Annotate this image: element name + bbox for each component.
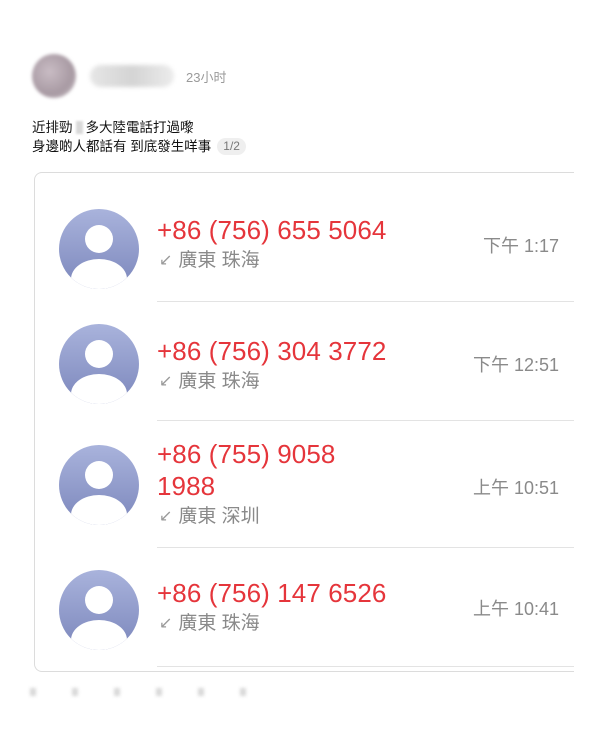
caller-location: ↙ 廣東 珠海: [159, 370, 260, 394]
post-line-2: 身邊啲人都話有 到底發生咩事 1/2: [32, 137, 246, 156]
incoming-arrow-icon: ↙: [159, 615, 173, 632]
post-line-1: 近排勁 多大陸電話打過嚟: [32, 118, 246, 137]
image-page-indicator[interactable]: 1/2: [217, 138, 246, 155]
person-silhouette-icon: [59, 324, 139, 404]
call-time: 下午 1:17: [482, 236, 559, 256]
location-text: 廣東 珠海: [178, 613, 260, 634]
call-log-image[interactable]: +86 (756) 655 5064 ↙ 廣東 珠海 下午 1:17 +86 (…: [34, 172, 574, 672]
row-divider: [157, 666, 574, 667]
incoming-arrow-icon: ↙: [159, 252, 173, 269]
post-actions-blurred: [30, 688, 270, 696]
call-row[interactable]: +86 (755) 9058 1988 ↙ 廣東 深圳 上午 10:51: [35, 421, 574, 548]
post-body: 近排勁 多大陸電話打過嚟 身邊啲人都話有 到底發生咩事 1/2: [32, 118, 246, 156]
post-text-part: 多大陸電話打過嚟: [85, 120, 194, 135]
person-silhouette-icon: [59, 445, 139, 525]
call-row[interactable]: +86 (756) 304 3772 ↙ 廣東 珠海 下午 12:51: [35, 302, 574, 421]
call-row[interactable]: +86 (756) 147 6526 ↙ 廣東 珠海 上午 10:41: [35, 548, 574, 671]
location-text: 廣東 深圳: [178, 506, 260, 527]
call-row[interactable]: +86 (756) 655 5064 ↙ 廣東 珠海 下午 1:17: [35, 173, 574, 302]
caller-number: +86 (756) 655 5064: [157, 215, 387, 245]
caller-location: ↙ 廣東 珠海: [159, 249, 260, 273]
incoming-arrow-icon: ↙: [159, 508, 173, 525]
caller-number: +86 (756) 147 6526: [157, 578, 387, 608]
post-text-part: 近排勁: [32, 120, 73, 135]
censored-text: [75, 121, 83, 134]
author-avatar[interactable]: [32, 54, 76, 98]
incoming-arrow-icon: ↙: [159, 373, 173, 390]
call-time: 上午 10:41: [472, 599, 559, 619]
caller-number: +86 (755) 9058: [157, 439, 336, 469]
person-silhouette-icon: [59, 570, 139, 650]
call-time: 下午 12:51: [472, 355, 559, 375]
caller-number: +86 (756) 304 3772: [157, 336, 387, 366]
author-name-blurred[interactable]: [90, 65, 174, 87]
location-text: 廣東 珠海: [178, 250, 260, 271]
location-text: 廣東 珠海: [178, 371, 260, 392]
caller-location: ↙ 廣東 深圳: [159, 505, 260, 529]
post-header: 23小时: [32, 54, 226, 98]
call-time: 上午 10:51: [472, 478, 559, 498]
caller-location: ↙ 廣東 珠海: [159, 612, 260, 636]
post-timestamp: 23小时: [186, 69, 227, 85]
post-text-part: 身邊啲人都話有 到底發生咩事: [32, 139, 212, 154]
caller-number-continued: 1988: [157, 471, 216, 501]
person-silhouette-icon: [59, 209, 139, 289]
